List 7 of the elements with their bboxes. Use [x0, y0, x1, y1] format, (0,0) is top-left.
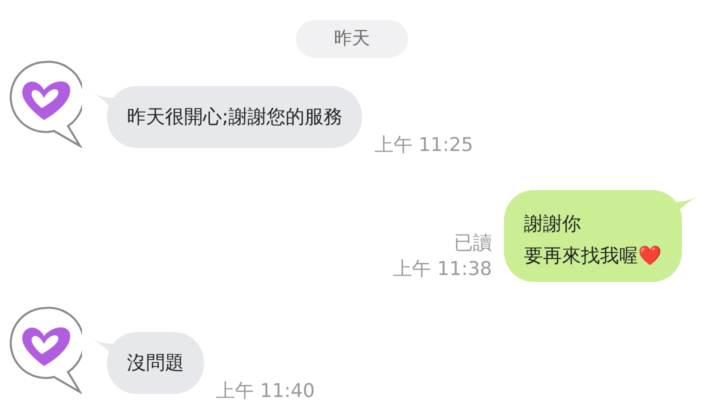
read-receipt: 已讀 — [454, 231, 492, 256]
message-time: 上午 11:25 — [374, 133, 474, 158]
message-time: 上午 11:40 — [216, 379, 315, 404]
heart-avatar-icon[interactable] — [8, 306, 82, 394]
date-divider: 昨天 — [296, 20, 408, 58]
heart-avatar-icon[interactable] — [8, 60, 82, 148]
message-time: 上午 11:38 — [393, 257, 492, 282]
